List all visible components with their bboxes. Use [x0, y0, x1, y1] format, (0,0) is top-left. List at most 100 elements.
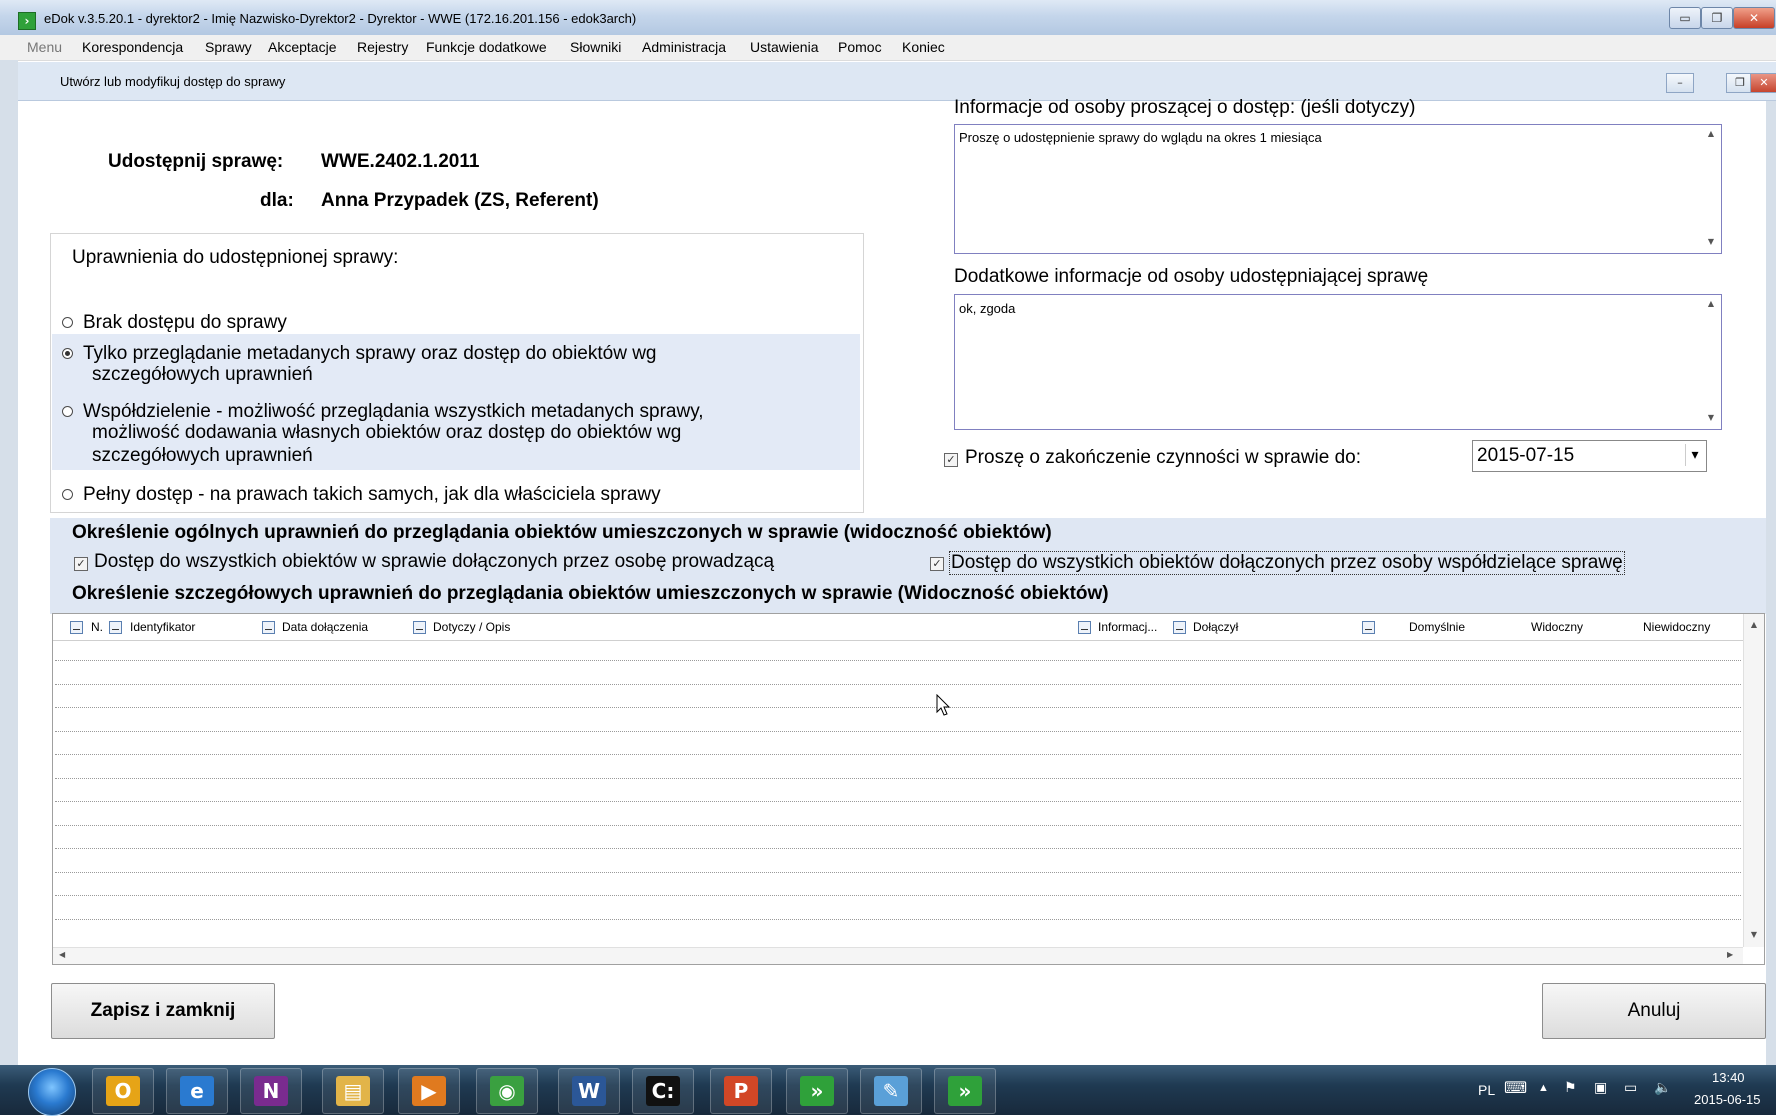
table-row[interactable] [55, 871, 1741, 873]
close-button[interactable]: ✕ [1733, 7, 1775, 29]
taskbar-app-internet-explorer[interactable]: e [166, 1068, 228, 1114]
table-row[interactable] [55, 683, 1741, 685]
maximize-button[interactable]: ❐ [1701, 7, 1733, 29]
column-header-date-attached[interactable]: Data dołączenia [282, 620, 368, 634]
column-menu-icon[interactable] [1362, 621, 1375, 634]
taskbar-app-word[interactable]: W [558, 1068, 620, 1114]
taskbar-app-edok-active[interactable]: » [934, 1068, 996, 1114]
grid-horizontal-scrollbar[interactable]: ◀ ▶ [53, 947, 1743, 964]
taskbar-app-powerpoint[interactable]: P [710, 1068, 772, 1114]
minimize-button[interactable]: ▭ [1669, 7, 1701, 29]
objects-grid[interactable]: N. Identyfikator Data dołączenia Dotyczy… [52, 613, 1765, 965]
table-row[interactable] [55, 918, 1741, 920]
column-menu-icon[interactable] [1173, 621, 1186, 634]
table-row[interactable] [55, 754, 1741, 755]
network-icon[interactable]: ▣ [1594, 1079, 1607, 1096]
menu-item-korespondencja[interactable]: Korespondencja [82, 39, 183, 55]
scroll-down-arrow[interactable]: ▼ [1701, 237, 1721, 246]
display-icon[interactable]: ▭ [1624, 1079, 1637, 1096]
option-metadata-only-label-line2[interactable]: szczegółowych uprawnień [92, 364, 313, 386]
table-row[interactable] [55, 707, 1741, 708]
shared-objects-checkbox[interactable]: ✓ [930, 557, 944, 571]
language-indicator[interactable]: PL [1478, 1082, 1495, 1098]
child-minimize-button[interactable]: – [1666, 73, 1694, 93]
deadline-checkbox[interactable]: ✓ [944, 453, 958, 467]
clock-time[interactable]: 13:40 [1712, 1070, 1745, 1085]
radio-button[interactable] [62, 489, 73, 500]
owner-objects-label[interactable]: Dostęp do wszystkich obiektów w sprawie … [94, 551, 774, 573]
column-menu-icon[interactable] [70, 621, 83, 634]
column-header-visible[interactable]: Widoczny [1531, 620, 1583, 634]
column-menu-icon[interactable] [109, 621, 122, 634]
radio-button[interactable] [62, 348, 73, 359]
cancel-button[interactable]: Anuluj [1542, 983, 1766, 1039]
volume-icon[interactable]: 🔈 [1654, 1079, 1671, 1096]
windows-start-button-icon[interactable] [28, 1068, 76, 1116]
taskbar-app-onenote[interactable]: N [240, 1068, 302, 1114]
clock-date[interactable]: 2015-06-15 [1694, 1092, 1761, 1107]
sharer-info-textarea[interactable]: ok, zgoda ▲ ▼ [954, 294, 1722, 430]
menu-item-ustawienia[interactable]: Ustawienia [750, 39, 818, 55]
option-metadata-only-label[interactable]: Tylko przeglądanie metadanych sprawy ora… [83, 343, 657, 365]
scroll-up-arrow[interactable]: ▲ [1701, 129, 1721, 138]
column-header-attached-by[interactable]: Dołączył [1193, 620, 1238, 634]
table-row[interactable] [55, 824, 1741, 826]
window-title-bar[interactable]: › eDok v.3.5.20.1 - dyrektor2 - Imię Naz… [0, 0, 1776, 36]
radio-full-access[interactable] [62, 489, 73, 500]
sharer-info-scrollbar[interactable]: ▲ ▼ [1701, 295, 1721, 427]
save-and-close-button[interactable]: Zapisz i zamknij [51, 983, 275, 1039]
taskbar-app-outlook[interactable]: O [92, 1068, 154, 1114]
radio-sharing[interactable] [62, 406, 73, 417]
column-header-information[interactable]: Informacj... [1098, 620, 1157, 634]
column-header-description[interactable]: Dotyczy / Opis [433, 620, 510, 634]
taskbar-app-command-prompt[interactable]: C: [632, 1068, 694, 1114]
radio-button[interactable] [62, 406, 73, 417]
radio-button[interactable] [62, 317, 73, 328]
scroll-right-arrow[interactable]: ▶ [1727, 950, 1733, 959]
option-sharing-label-line3[interactable]: szczegółowych uprawnień [92, 445, 313, 467]
table-row[interactable] [55, 777, 1741, 779]
option-sharing-label-line2[interactable]: możliwość dodawania własnych obiektów or… [92, 422, 681, 444]
action-center-flag-icon[interactable]: ⚑ [1564, 1079, 1577, 1096]
radio-metadata-only[interactable] [62, 348, 73, 359]
taskbar-app-file-explorer[interactable]: ▤ [322, 1068, 384, 1114]
scroll-left-arrow[interactable]: ◀ [59, 950, 65, 959]
table-row[interactable] [55, 848, 1741, 849]
menu-item-akceptacje[interactable]: Akceptacje [268, 39, 336, 55]
scroll-up-arrow[interactable]: ▲ [1701, 299, 1721, 308]
deadline-date-picker[interactable]: 2015-07-15 ▾ [1472, 440, 1707, 472]
taskbar-app-edok[interactable]: » [786, 1068, 848, 1114]
taskbar-app-chrome[interactable]: ◉ [476, 1068, 538, 1114]
menu-item-sprawy[interactable]: Sprawy [205, 39, 252, 55]
table-row[interactable] [55, 730, 1741, 732]
scroll-up-arrow[interactable]: ▲ [1744, 620, 1764, 629]
grid-vertical-scrollbar[interactable]: ▲ ▼ [1743, 614, 1764, 947]
child-close-button[interactable]: ✕ [1750, 73, 1776, 93]
option-full-access-label[interactable]: Pełny dostęp - na prawach takich samych,… [83, 484, 661, 506]
column-menu-icon[interactable] [1078, 621, 1091, 634]
menu-item-slowniki[interactable]: Słowniki [570, 39, 621, 55]
column-header-invisible[interactable]: Niewidoczny [1643, 620, 1710, 634]
menu-item-koniec[interactable]: Koniec [902, 39, 945, 55]
child-window-title-bar[interactable]: Utwórz lub modyfikuj dostęp do sprawy – … [18, 62, 1776, 101]
table-row[interactable] [55, 895, 1741, 896]
taskbar-app-notepad[interactable]: ✎ [860, 1068, 922, 1114]
show-hidden-icons-icon[interactable]: ▲ [1538, 1082, 1549, 1094]
dropdown-arrow-icon[interactable]: ▾ [1685, 444, 1704, 466]
option-no-access-label[interactable]: Brak dostępu do sprawy [83, 312, 287, 334]
column-header-default[interactable]: Domyślnie [1409, 620, 1465, 634]
requester-info-textarea[interactable]: Proszę o udostępnienie sprawy do wglądu … [954, 124, 1722, 254]
scroll-down-arrow[interactable]: ▼ [1701, 413, 1721, 422]
menu-item-pomoc[interactable]: Pomoc [838, 39, 882, 55]
radio-no-access[interactable] [62, 317, 73, 328]
keyboard-icon[interactable]: ⌨ [1504, 1078, 1527, 1098]
menu-item-funkcje-dodatkowe[interactable]: Funkcje dodatkowe [426, 39, 547, 55]
scroll-down-arrow[interactable]: ▼ [1744, 930, 1764, 939]
option-sharing-label[interactable]: Współdzielenie - możliwość przeglądania … [83, 401, 704, 423]
requester-info-scrollbar[interactable]: ▲ ▼ [1701, 125, 1721, 251]
menu-item-administracja[interactable]: Administracja [642, 39, 726, 55]
table-row[interactable] [55, 801, 1741, 802]
table-row[interactable] [55, 660, 1741, 661]
menu-item-rejestry[interactable]: Rejestry [357, 39, 408, 55]
column-menu-icon[interactable] [413, 621, 426, 634]
